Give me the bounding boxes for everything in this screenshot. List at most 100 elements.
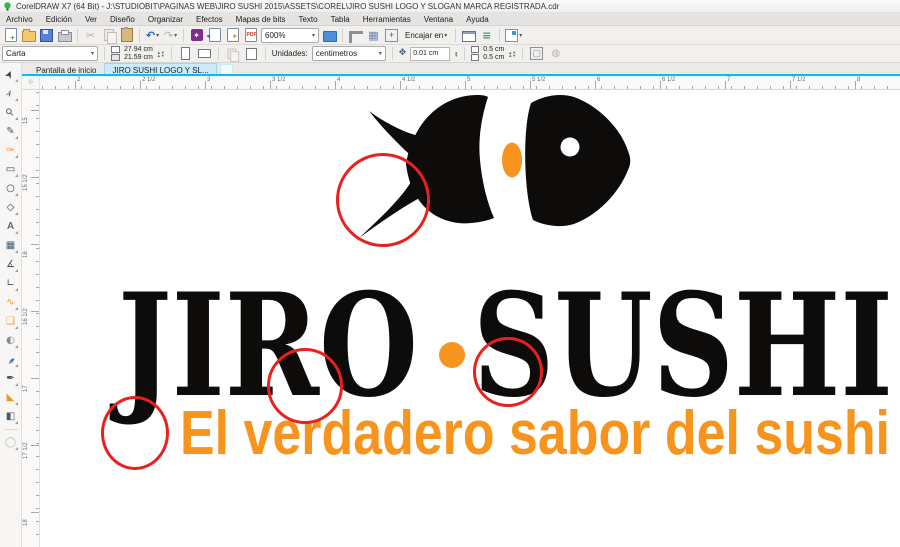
no-fill-well[interactable]: ◯ [2, 433, 20, 452]
menu-item-ayuda[interactable]: Ayuda [466, 15, 489, 24]
ruler-tick [276, 86, 277, 89]
drawing-canvas[interactable]: JIRO SUSHI El verdadero sabor del sushi [40, 90, 900, 547]
outline-pen-tool[interactable]: ✒ [2, 369, 20, 388]
transparency-tool[interactable]: ◐ [2, 331, 20, 350]
full-screen-preview-icon[interactable] [322, 28, 337, 43]
fit-dropdown[interactable]: Encajar en ▾ [402, 28, 450, 43]
pick-tool[interactable]: ➤ [2, 65, 20, 84]
ellipse-tool[interactable]: ○ [2, 179, 20, 198]
ruler-label: 5 1/2 [532, 77, 546, 83]
current-page-button[interactable] [244, 46, 259, 61]
menu-item-efectos[interactable]: Efectos [196, 15, 223, 24]
ruler-tick [36, 469, 39, 470]
outline-pen-tool-icon: ✒ [6, 372, 15, 384]
fish-orange-oval[interactable] [502, 142, 522, 178]
logo-separator-dot[interactable] [439, 342, 465, 368]
ruler-tick [523, 86, 524, 89]
application-launcher-icon[interactable]: ▾ [505, 28, 522, 43]
portrait-button[interactable] [178, 46, 193, 61]
freehand-tool[interactable]: ✎ [2, 122, 20, 141]
ruler-label: 16 1/2 [23, 308, 29, 325]
menu-item-diseño[interactable]: Diseño [110, 15, 135, 24]
cut-icon[interactable]: ✂ [83, 28, 98, 43]
interactive-fill-tool[interactable]: ◧ [2, 407, 20, 426]
page-size-select[interactable]: Carta ▾ [2, 46, 98, 61]
menu-item-ver[interactable]: Ver [85, 15, 97, 24]
menu-item-ventana[interactable]: Ventana [424, 15, 453, 24]
red-circle-fish-tail[interactable] [336, 153, 430, 247]
menu-item-mapas-de-bits[interactable]: Mapas de bits [236, 15, 286, 24]
page-width-value[interactable]: 27.94 cm [124, 46, 153, 54]
paste-icon[interactable] [119, 27, 134, 43]
menu-item-organizar[interactable]: Organizar [148, 15, 183, 24]
table-tool[interactable]: ▦ [2, 236, 20, 255]
color-eyedropper-tool[interactable]: ✒ [2, 350, 20, 369]
text-tool[interactable]: A [2, 217, 20, 236]
connector-tool[interactable]: ∟ [2, 274, 20, 293]
red-circle-letter-r-tail[interactable] [267, 348, 343, 424]
export-icon[interactable]: ▸ [225, 28, 240, 43]
zoom-tool-icon: ⚲ [3, 105, 17, 119]
copy-icon[interactable] [101, 28, 117, 44]
snap-to-icon[interactable]: + [384, 28, 399, 43]
treat-as-filled-button[interactable]: ▢ [529, 46, 544, 61]
page-height-value[interactable]: 21.59 cm [124, 54, 153, 62]
duplicate-distance-icons [471, 46, 480, 61]
vertical-ruler[interactable]: 15 15 1/2 16 16 1/2 17 17 1/2 18 [22, 90, 40, 547]
dimension-tool[interactable]: ∡ [2, 255, 20, 274]
page-size-spinner[interactable]: ▲▼ ▲▼ [157, 50, 165, 57]
show-rulers-icon[interactable] [348, 28, 363, 43]
menu-item-herramientas[interactable]: Herramientas [363, 15, 411, 24]
ruler-tick [809, 86, 810, 89]
fill-tool[interactable]: ◣ [2, 388, 20, 407]
duplicate-y-value[interactable]: 0.5 cm [483, 54, 504, 62]
zoom-tool[interactable]: ⚲ [2, 103, 20, 122]
bezier-tool[interactable]: ∿ [2, 293, 20, 312]
ruler-tick [458, 86, 459, 89]
options-icon[interactable]: ≡ [479, 28, 494, 43]
all-pages-button[interactable] [225, 46, 240, 62]
menu-item-tabla[interactable]: Tabla [331, 15, 350, 24]
publish-pdf-icon[interactable]: PDF [243, 28, 258, 43]
table-tool-icon: ▦ [5, 239, 16, 251]
disabled-tool-icon: ◍ [551, 47, 561, 59]
ruler-tick-major [31, 244, 39, 245]
menu-item-edición[interactable]: Edición [46, 15, 72, 24]
save-icon[interactable] [39, 28, 54, 43]
nudge-spinner[interactable]: ▲ ▼ [454, 50, 458, 57]
search-content-icon[interactable]: ✦ [189, 28, 204, 43]
print-icon[interactable] [57, 28, 72, 43]
ruler-label: 6 [597, 77, 601, 83]
duplicate-x-value[interactable]: 0.5 cm [483, 46, 504, 54]
fish-head[interactable] [525, 95, 631, 227]
red-circle-letter-s-curl[interactable] [473, 337, 543, 407]
polygon-tool[interactable]: ◇ [2, 198, 20, 217]
zoom-level-combo[interactable]: 600% ▾ [261, 27, 319, 43]
shape-tool[interactable]: ➢ [2, 84, 20, 103]
landscape-button[interactable] [197, 46, 212, 61]
rectangle-tool[interactable]: ▭ [2, 160, 20, 179]
open-folder-icon[interactable] [21, 28, 36, 43]
nudge-input[interactable]: 0.01 cm [410, 46, 451, 61]
ruler-tick-major [335, 81, 336, 89]
duplicate-spinner[interactable]: ▲▼ ▲▼ [508, 50, 516, 57]
drop-shadow-tool[interactable]: ❏ [2, 312, 20, 331]
import-icon[interactable]: ◂ [207, 28, 222, 43]
show-grid-icon[interactable]: ▦ [366, 28, 381, 43]
units-select[interactable]: centimetros ▾ [311, 46, 386, 61]
menu-item-archivo[interactable]: Archivo [6, 15, 33, 24]
redo-icon[interactable]: ↷ ▾ [163, 28, 178, 43]
ruler-tick [185, 86, 186, 89]
new-document-icon[interactable]: + [3, 28, 18, 43]
red-circle-letter-j-tail[interactable] [101, 396, 169, 470]
horizontal-ruler[interactable]: 2 2 1/2 3 3 1/2 4 4 1/2 5 5 1/2 6 6 1/2 7 7 1/2 8 [40, 76, 900, 90]
artistic-media-tool[interactable]: ✑ [2, 141, 20, 160]
ruler-tick [36, 222, 39, 223]
ruler-origin[interactable]: ⊹ [22, 76, 40, 90]
undo-icon[interactable]: ↶ ▾ [145, 28, 160, 43]
ruler-tick [419, 86, 420, 89]
fish-eye [560, 137, 580, 157]
window-settings-icon[interactable] [461, 28, 476, 43]
menu-item-texto[interactable]: Texto [298, 15, 317, 24]
ruler-tick-major [31, 512, 39, 513]
